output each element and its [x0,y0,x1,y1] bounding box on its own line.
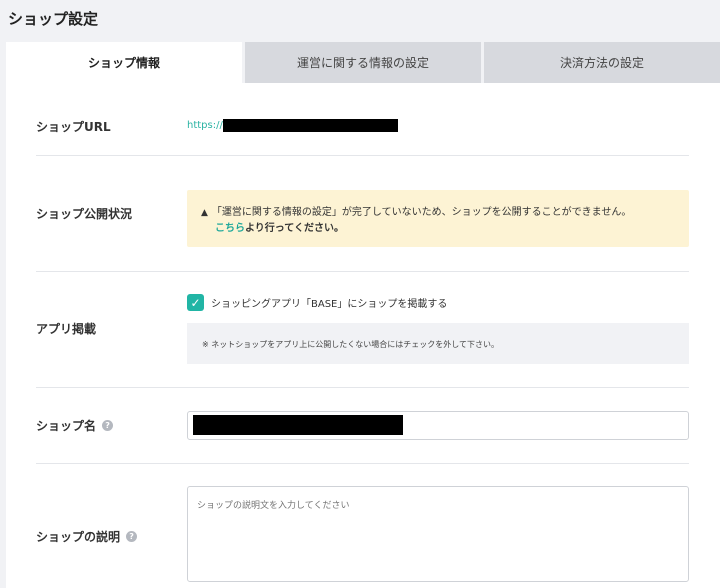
question-circle-icon[interactable]: ? [126,531,138,542]
alert-link[interactable]: こちら [215,223,245,234]
shop-name-label: ショップ名 ? [36,417,114,434]
shop-description-textarea[interactable] [187,486,689,582]
app-listing-checkbox[interactable]: ✓ [187,294,204,311]
divider [36,155,689,156]
alert-message: 「運営に関する情報の設定」が完了していないため、ショップを公開することができませ… [211,207,632,218]
shop-name-input[interactable] [187,411,689,440]
app-listing-checkbox-row[interactable]: ✓ ショッピングアプリ「BASE」にショップを掲載する [187,294,447,311]
shop-url-prefix: https:// [187,120,223,131]
question-circle-icon[interactable]: ? [102,420,114,431]
alert-line-2: こちらより行ってください。 [201,221,689,236]
app-listing-label: アプリ掲載 [36,320,96,337]
app-listing-label-text: アプリ掲載 [36,322,97,336]
alert-line-1: ▲ 「運営に関する情報の設定」が完了していないため、ショップを公開することができま… [201,205,689,221]
page-title: ショップ設定 [8,10,99,28]
shop-url-label: ショップURL [36,118,111,135]
shop-url-label-text: ショップURL [36,120,111,134]
shop-name-redacted [193,415,403,435]
publish-status-label: ショップ公開状況 [36,205,132,222]
divider [36,271,689,272]
app-listing-note-text: ※ ネットショップをアプリ上に公開したくない場合にはチェックを外して下さい。 [202,340,500,349]
settings-panel: ショップURL https:// ショップ公開状況 ▲ 「運営に関する情報の設定」… [6,83,720,588]
tab-payment-method[interactable]: 決済方法の設定 [484,42,720,83]
divider [36,387,689,388]
publish-warning-alert: ▲ 「運営に関する情報の設定」が完了していないため、ショップを公開することができま… [187,190,689,247]
shop-description-label: ショップの説明 ? [36,528,138,545]
tab-shop-info[interactable]: ショップ情報 [6,42,242,83]
check-icon: ✓ [190,295,201,310]
app-listing-note: ※ ネットショップをアプリ上に公開したくない場合にはチェックを外して下さい。 [187,323,689,364]
settings-tabs: ショップ情報 運営に関する情報の設定 決済方法の設定 [6,42,720,83]
shop-description-label-text: ショップの説明 [36,530,121,544]
app-listing-checkbox-label[interactable]: ショッピングアプリ「BASE」にショップを掲載する [211,295,447,310]
tab-operation-info[interactable]: 運営に関する情報の設定 [245,42,481,83]
divider [36,463,689,464]
shop-url-link[interactable]: https:// [187,119,398,132]
warning-triangle-icon: ▲ [201,208,208,218]
publish-status-label-text: ショップ公開状況 [36,207,133,221]
shop-url-redacted [222,119,398,132]
shop-name-label-text: ショップ名 [36,419,97,433]
alert-suffix: より行ってください。 [245,223,344,234]
